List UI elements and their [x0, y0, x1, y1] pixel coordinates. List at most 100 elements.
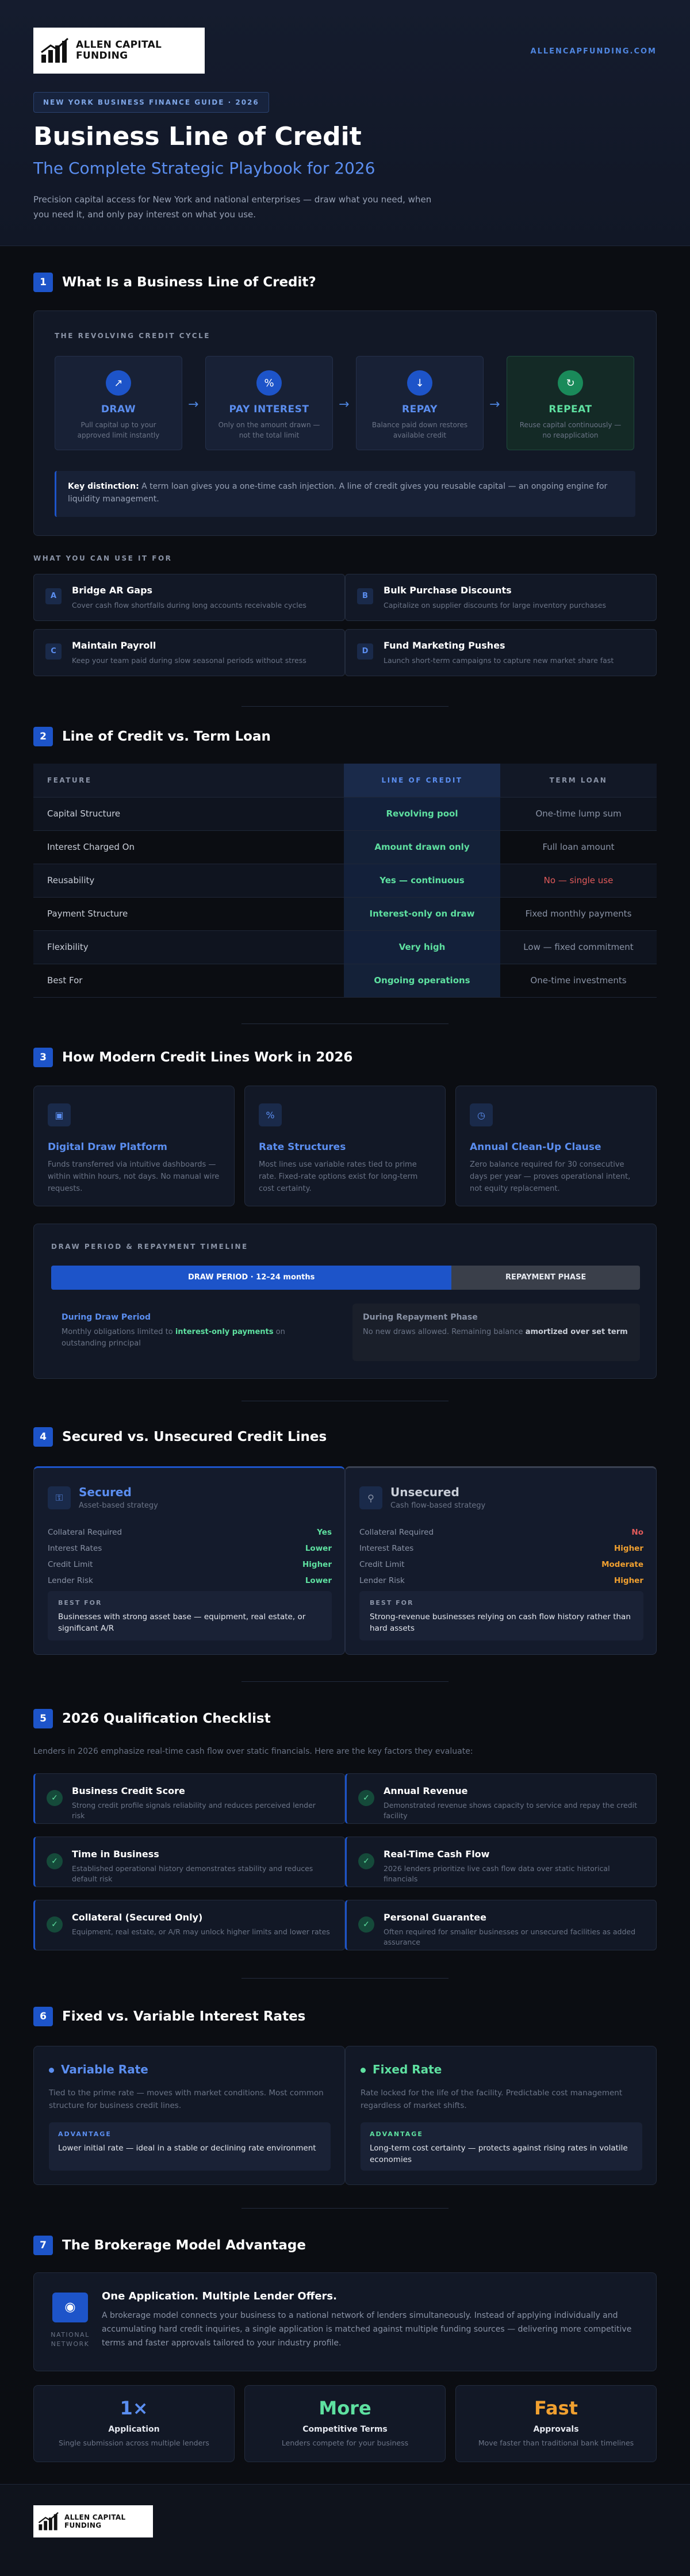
checklist-title: Time in Business — [72, 1849, 159, 1860]
attr-row: Collateral Required No — [359, 1528, 643, 1537]
checklist-item: ✓ Personal Guarantee Often required for sm… — [345, 1900, 657, 1950]
section-7-heading: 7 The Brokerage Model Advantage — [33, 2236, 306, 2255]
feature-title: Annual Clean-Up Clause — [470, 1141, 601, 1153]
section-number: 2 — [33, 727, 53, 746]
note-title: During Draw Period — [62, 1313, 151, 1322]
card-title: Secured — [79, 1485, 132, 1499]
cycle-step-title: REPAY — [402, 404, 438, 415]
arrow-right-icon: → — [188, 397, 199, 412]
guide-pill: NEW YORK BUSINESS FINANCE GUIDE · 2026 — [33, 92, 269, 113]
arrow-up-icon: ↗ — [106, 370, 131, 396]
loc-cell: Interest-only on draw — [344, 897, 500, 931]
cycle-step-repay: ↓ REPAY Balance paid down restores avail… — [356, 356, 484, 450]
attr-row: Credit Limit Higher — [48, 1560, 332, 1569]
best-for-text: Strong-revenue businesses relying on cas… — [370, 1612, 631, 1633]
checklist-title: Business Credit Score — [72, 1785, 185, 1796]
section-number: 3 — [33, 1048, 53, 1067]
cycle-step-desc: Only on the amount drawn — not the total… — [218, 421, 320, 439]
secured-card: ⚿ Secured Asset-based strategy Collatera… — [33, 1466, 345, 1655]
table-row: Reusability Yes — continuous No — single u… — [33, 864, 657, 898]
best-for-box: BEST FOR Businesses with strong asset ba… — [48, 1591, 332, 1640]
checklist-title: Collateral (Secured Only) — [72, 1912, 203, 1923]
use-title: Maintain Payroll — [72, 640, 156, 651]
card-title: Unsecured — [390, 1485, 459, 1499]
use-card: C Maintain Payroll Keep your team paid d… — [33, 629, 345, 676]
feature-title: Digital Draw Platform — [48, 1141, 167, 1153]
use-card: B Bulk Purchase Discounts Capitalize on … — [345, 574, 657, 621]
checklist-desc: Strong credit profile signals reliabilit… — [72, 1801, 316, 1820]
unsecured-card: ⚲ Unsecured Cash flow-based strategy Col… — [345, 1466, 657, 1655]
section-4-heading: 4 Secured vs. Unsecured Credit Lines — [33, 1427, 327, 1447]
best-for-label: BEST FOR — [370, 1599, 414, 1607]
cycle-step-desc: Pull capital up to your approved limit i… — [77, 421, 160, 439]
section-2-heading: 2 Line of Credit vs. Term Loan — [33, 727, 271, 746]
feature-cell: Capital Structure — [33, 797, 344, 831]
refresh-icon: ↻ — [558, 370, 583, 396]
advantage-text: Lower initial rate — ideal in a stable o… — [58, 2144, 316, 2153]
stat-title: Approvals — [533, 2425, 579, 2434]
variable-rate-card: Variable Rate Tied to the prime rate — m… — [33, 2046, 345, 2185]
rate-title: Fixed Rate — [361, 2063, 442, 2076]
page-title: Business Line of Credit — [33, 122, 362, 151]
footer-logo[interactable]: ALLEN CAPITAL FUNDING — [33, 2505, 153, 2537]
draw-period-bar: DRAW PERIOD · 12–24 months — [51, 1266, 452, 1290]
loc-cell: Revolving pool — [344, 797, 500, 831]
section-divider — [241, 706, 448, 707]
use-desc: Launch short-term campaigns to capture n… — [384, 656, 614, 665]
feature-cell: Payment Structure — [33, 897, 344, 931]
term-loan-cell: One-time investments — [500, 964, 657, 998]
section-5-heading: 5 2026 Qualification Checklist — [33, 1709, 271, 1728]
table-row: Payment Structure Interest-only on draw Fi… — [33, 897, 657, 931]
stat-card: 1× Application Single submission across … — [33, 2385, 235, 2462]
rate-title: Variable Rate — [49, 2063, 148, 2076]
note-text: Monthly obligations limited to — [62, 1328, 175, 1336]
use-badge: C — [45, 643, 62, 660]
timeline-card: DRAW PERIOD & REPAYMENT TIMELINE DRAW PE… — [33, 1224, 657, 1379]
stat-card: Fast Approvals Move faster than traditio… — [455, 2385, 657, 2462]
column-header: FEATURE — [33, 764, 344, 798]
section-title: What Is a Business Line of Credit? — [62, 275, 316, 290]
logo[interactable]: ALLEN CAPITAL FUNDING — [33, 28, 205, 74]
use-desc: Capitalize on supplier discounts for lar… — [384, 601, 606, 610]
stat-title: Competitive Terms — [302, 2425, 388, 2434]
header: ALLEN CAPITAL FUNDING ALLENCAPFUNDING.CO… — [0, 0, 690, 246]
cycle-step-title: PAY INTEREST — [229, 404, 309, 415]
key-distinction-callout: Key distinction: A term loan gives you a… — [55, 471, 635, 517]
checklist-desc: Demonstrated revenue shows capacity to s… — [384, 1801, 637, 1820]
lock-icon: ⚿ — [48, 1486, 71, 1509]
note-highlight: interest-only payments — [175, 1328, 274, 1336]
check-icon: ✓ — [358, 1853, 374, 1869]
cycle-step-pay-interest: % PAY INTEREST Only on the amount drawn … — [205, 356, 333, 450]
checklist-title: Personal Guarantee — [384, 1912, 486, 1923]
section-number: 5 — [33, 1709, 53, 1728]
advantage-text: Long-term cost certainty — protects agai… — [370, 2144, 628, 2164]
feature-cell: Flexibility — [33, 930, 344, 964]
key-distinction-text: A term loan gives you a one-time cash in… — [68, 482, 608, 504]
percent-icon: % — [256, 370, 282, 396]
section-number: 4 — [33, 1427, 53, 1447]
arrow-right-icon: → — [489, 397, 500, 412]
column-header: LINE OF CREDIT — [344, 764, 500, 798]
feature-card: % Rate Structures Most lines use variabl… — [244, 1086, 446, 1206]
advantage-box: ADVANTAGE Lower initial rate — ideal in … — [49, 2122, 331, 2171]
checklist-intro: Lenders in 2026 emphasize real-time cash… — [33, 1747, 473, 1756]
logo-mark-icon — [41, 37, 69, 63]
draw-period-note: During Draw Period Monthly obligations l… — [51, 1304, 339, 1361]
check-icon: ✓ — [47, 1790, 63, 1806]
use-title: Bridge AR Gaps — [72, 585, 153, 596]
network-icon: ◉ — [52, 2293, 88, 2322]
section-number: 7 — [33, 2236, 53, 2255]
site-link[interactable]: ALLENCAPFUNDING.COM — [531, 47, 657, 56]
comparison-table: FEATURE LINE OF CREDIT TERM LOAN Capital… — [33, 764, 657, 998]
arrow-right-icon: → — [339, 397, 350, 412]
cycle-step-desc: Balance paid down restores available cre… — [371, 421, 468, 439]
attr-row: Credit Limit Moderate — [359, 1560, 643, 1569]
best-for-text: Businesses with strong asset base — equi… — [58, 1612, 306, 1633]
column-header: TERM LOAN — [500, 764, 657, 798]
attr-row: Interest Rates Lower — [48, 1544, 332, 1553]
feature-cell: Interest Charged On — [33, 830, 344, 864]
checklist-item: ✓ Collateral (Secured Only) Equipment, rea… — [33, 1900, 345, 1950]
brokerage-title: One Application. Multiple Lender Offers. — [102, 2290, 337, 2302]
stat-desc: Single submission across multiple lender… — [59, 2439, 209, 2447]
stat-desc: Move faster than traditional bank timeli… — [478, 2439, 634, 2447]
